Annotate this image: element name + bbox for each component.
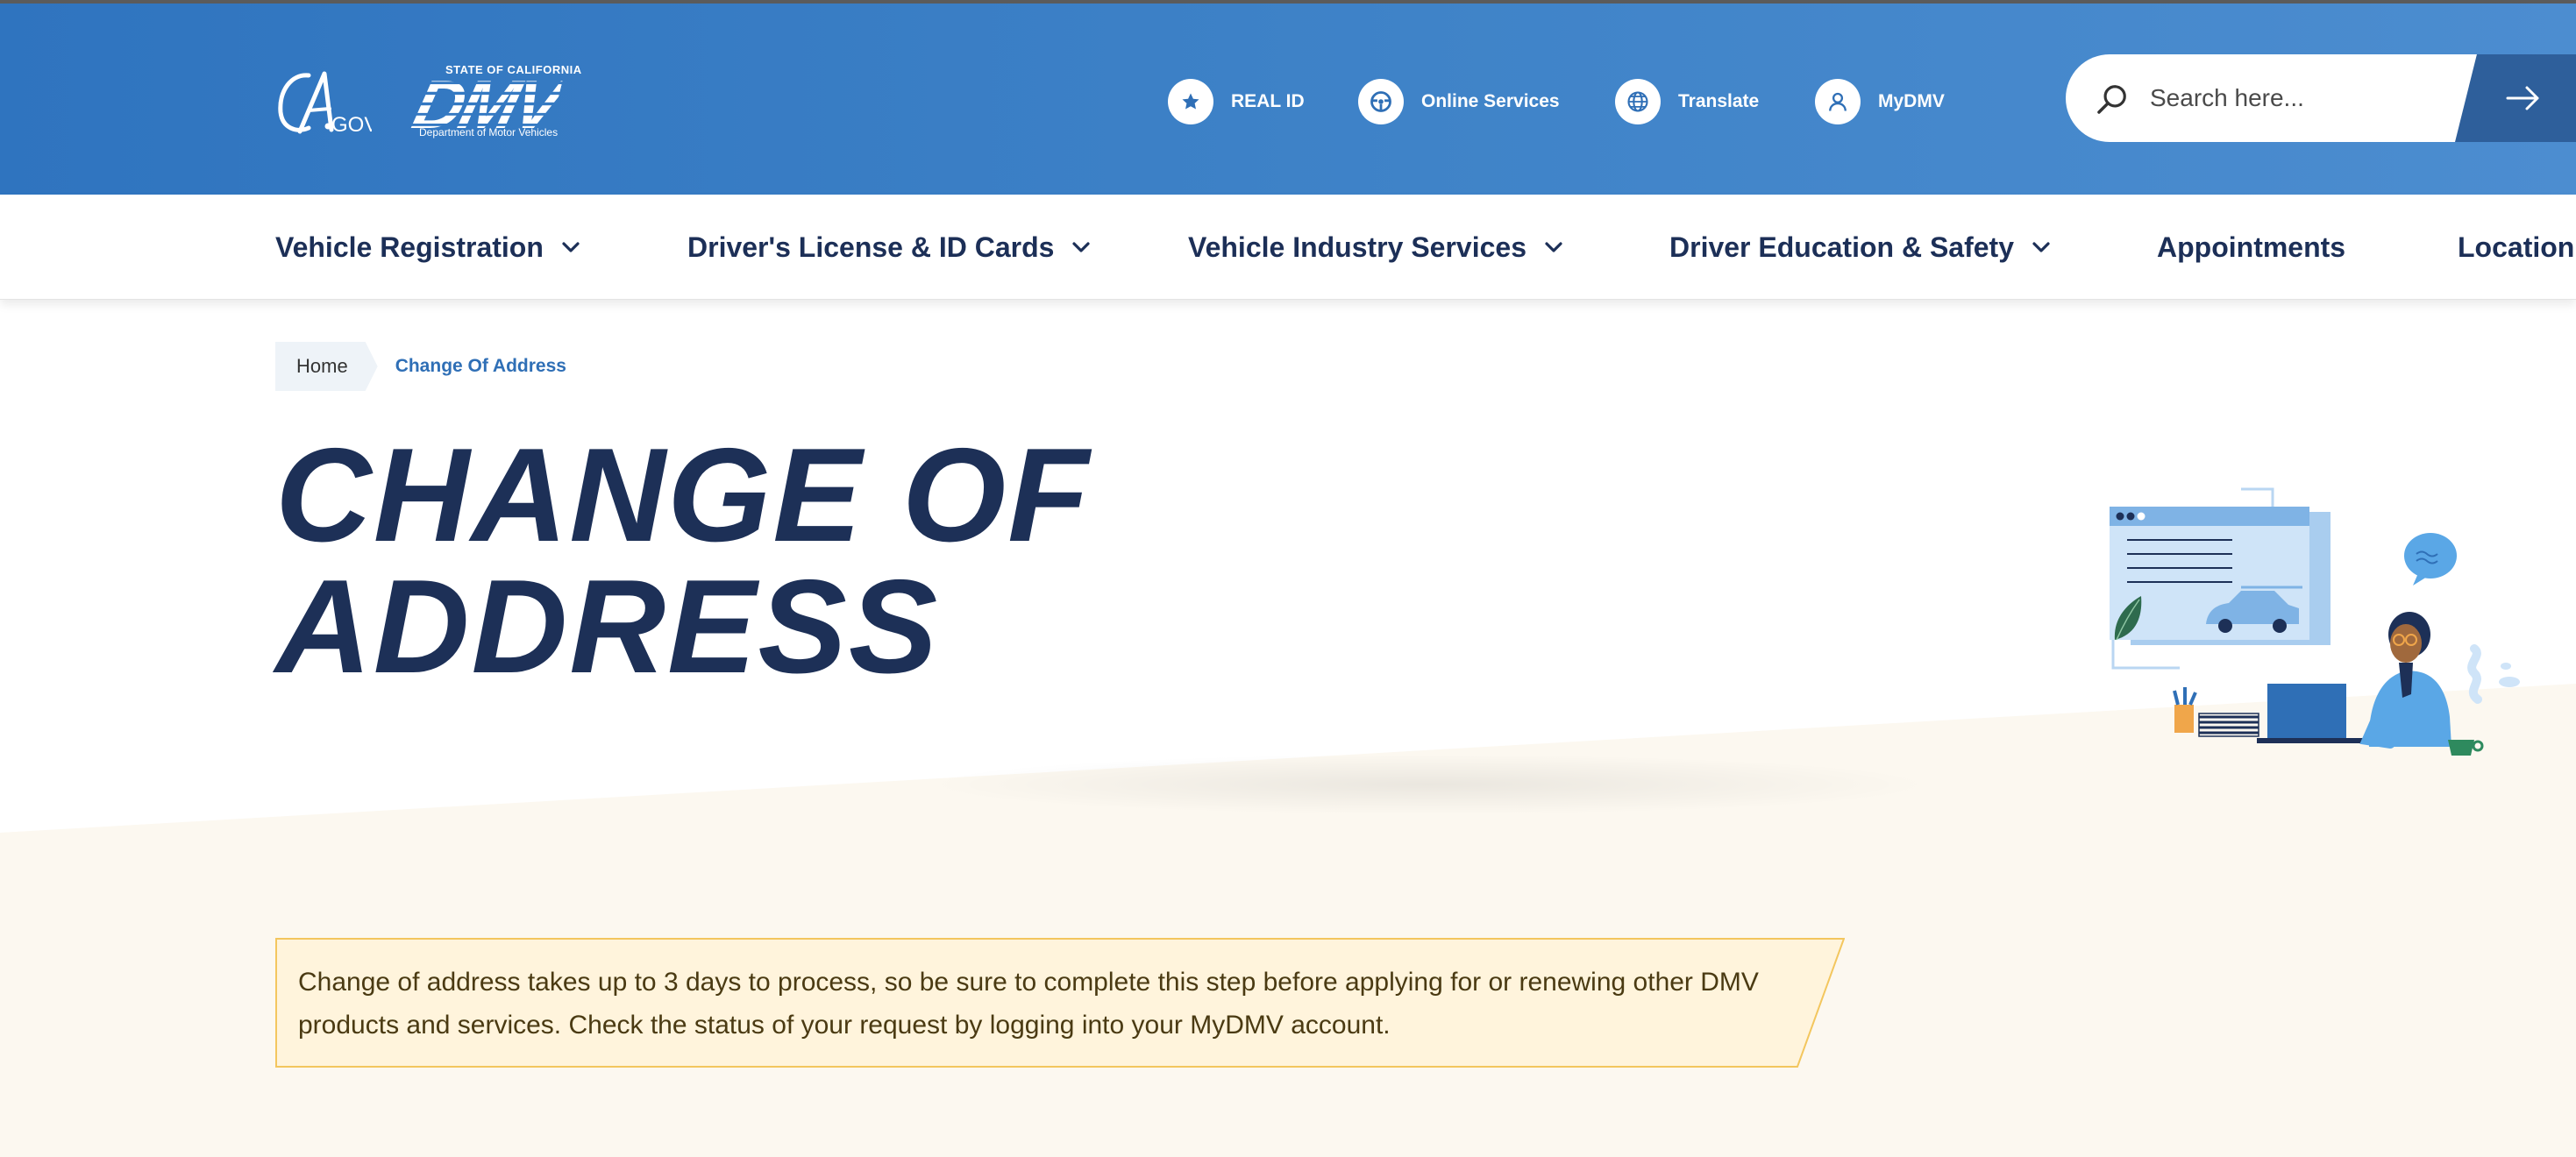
decorative-shadow [921, 754, 1938, 815]
cagov-logo-icon: GOV [278, 71, 378, 137]
user-icon [1815, 79, 1861, 124]
main-navigation: Vehicle Registration Driver's License & … [0, 195, 2576, 300]
nav-item-driver-education-safety[interactable]: Driver Education & Safety [1669, 226, 2051, 268]
dmv-logo[interactable]: STATE OF CALIFORNIA DMV Department of Mo… [406, 61, 601, 143]
page-title: CHANGE OF ADDRESS [275, 429, 1503, 693]
nav-item-label: Appointments [2157, 231, 2346, 263]
cagov-logo[interactable]: GOV [274, 67, 378, 138]
search-input[interactable] [2150, 74, 2439, 123]
chevron-down-icon [562, 242, 580, 252]
page-title-line2: ADDRESS [275, 552, 940, 701]
breadcrumb: Home Change Of Address [275, 342, 566, 391]
mydmv-label: MyDMV [1878, 91, 1945, 111]
nav-item-appointments[interactable]: Appointments [2157, 226, 2345, 268]
nav-item-label: Driver Education & Safety [1669, 231, 2014, 263]
online-services-label: Online Services [1421, 91, 1560, 111]
cagov-logo-text: GOV [331, 113, 372, 137]
translate-label: Translate [1678, 91, 1760, 111]
nav-item-vehicle-industry-services[interactable]: Vehicle Industry Services [1188, 226, 1563, 268]
search-icon [2097, 85, 2126, 114]
search-box [2066, 54, 2576, 142]
nav-item-vehicle-registration[interactable]: Vehicle Registration [275, 226, 580, 268]
dmv-logo-department-text: Department of Motor Vehicles [419, 126, 559, 138]
nav-item-label: Driver's License & ID Cards [687, 231, 1055, 263]
nav-item-drivers-license-id-cards[interactable]: Driver's License & ID Cards [687, 226, 1091, 268]
star-icon [1168, 79, 1213, 124]
real-id-label: REAL ID [1231, 91, 1305, 111]
breadcrumb-home-link[interactable]: Home [275, 342, 378, 391]
steering-wheel-icon [1358, 79, 1404, 124]
chevron-down-icon [1072, 242, 1091, 252]
chevron-down-icon [2032, 242, 2050, 252]
arrow-right-icon [2506, 86, 2539, 110]
page-title-line1: CHANGE OF [275, 421, 1091, 570]
breadcrumb-current: Change Of Address [395, 356, 566, 376]
nav-item-label: Vehicle Registration [275, 231, 544, 263]
person-at-computer-illustration [2110, 487, 2520, 756]
chevron-down-icon [1545, 242, 1562, 252]
real-id-link[interactable]: REAL ID [1168, 77, 1305, 126]
online-services-link[interactable]: Online Services [1358, 77, 1560, 126]
nav-item-label: Vehicle Industry Services [1188, 231, 1526, 263]
globe-icon [1615, 79, 1661, 124]
site-header: GOV STATE OF CALIFORNIA DMV Department o… [0, 0, 2576, 195]
translate-link[interactable]: Translate [1615, 77, 1759, 126]
mydmv-link[interactable]: MyDMV [1815, 77, 1945, 126]
nav-item-location[interactable]: Location [2458, 226, 2576, 268]
nav-item-label: Location [2458, 231, 2575, 263]
notice-text: Change of address takes up to 3 days to … [298, 968, 1759, 1040]
